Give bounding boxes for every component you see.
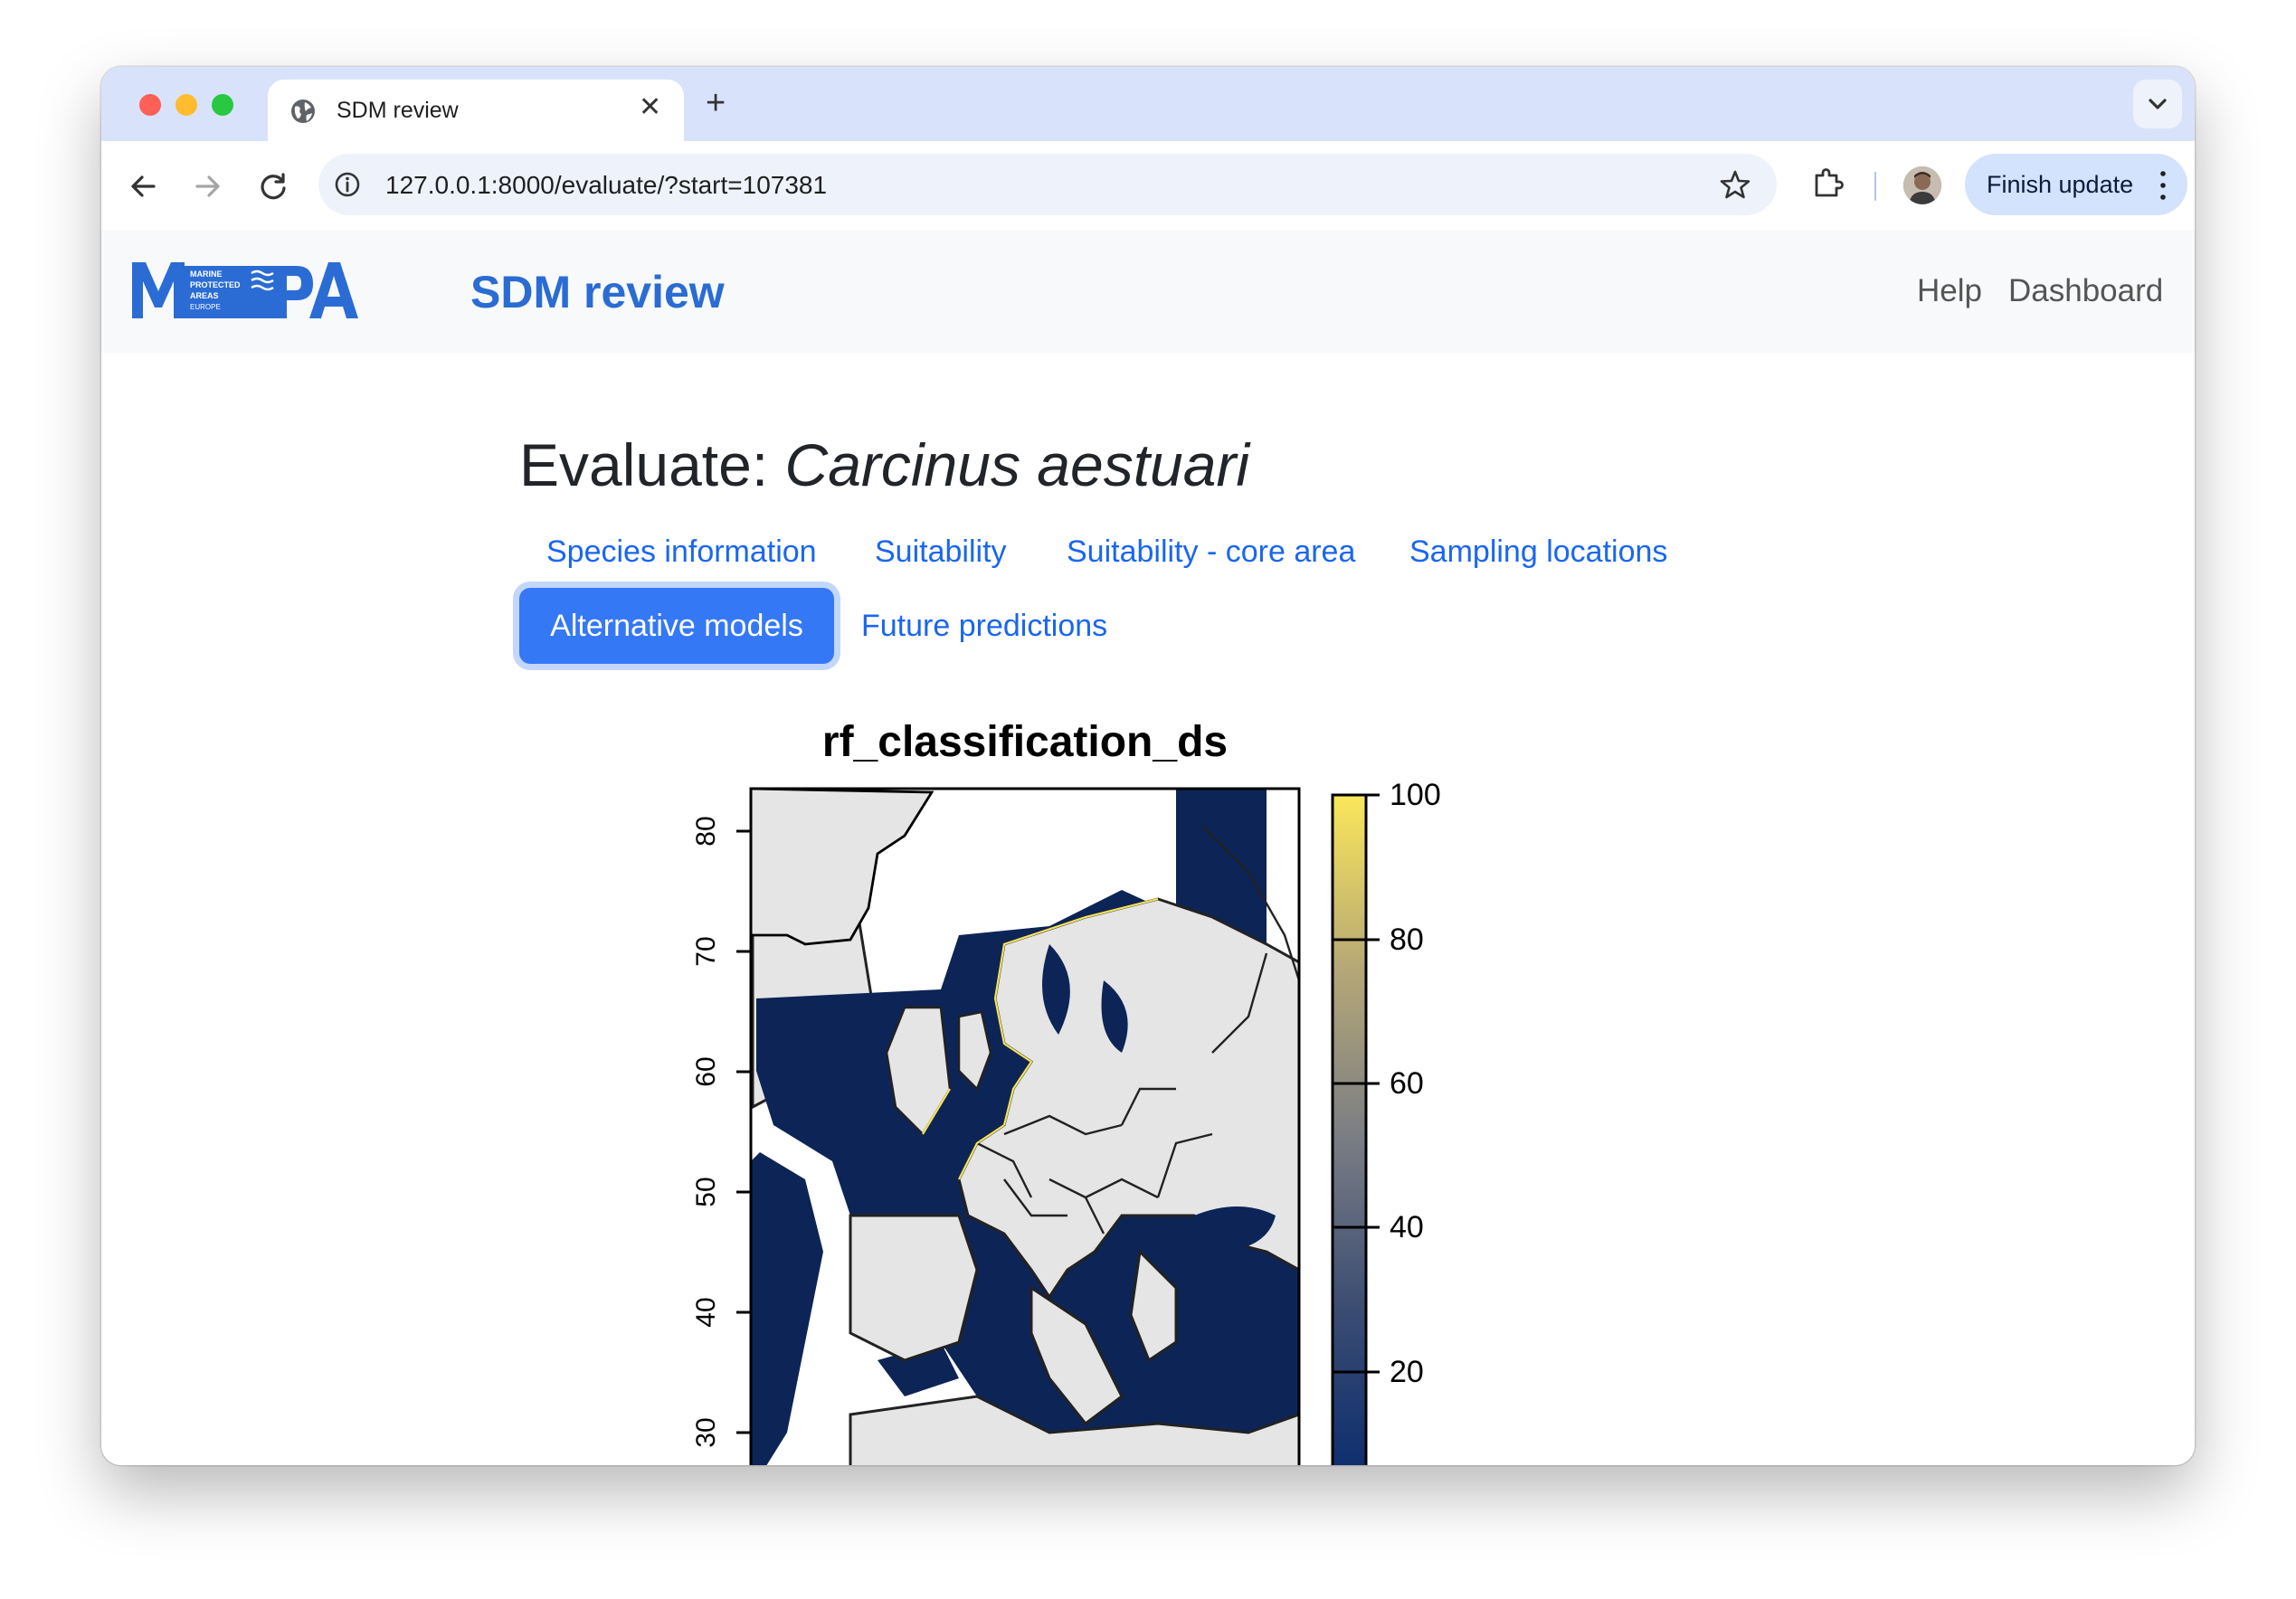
toolbar-separator <box>1874 172 1876 201</box>
tab-close-icon[interactable]: ✕ <box>639 94 661 121</box>
globe-icon <box>291 99 315 123</box>
site-info-icon[interactable] <box>333 170 362 199</box>
new-tab-button[interactable]: + <box>706 85 726 121</box>
tab-search-button[interactable] <box>2133 80 2182 128</box>
legend-tick-label: 20 <box>1390 1355 1424 1389</box>
tab-strip: SDM review ✕ + <box>101 67 2195 141</box>
mpa-logo-mark: MARINE PROTECTED AREAS EUROPE <box>132 262 358 318</box>
legend-tick-label: 40 <box>1390 1210 1424 1244</box>
page-title-prefix: Evaluate: <box>519 431 785 498</box>
minimize-window-button[interactable] <box>176 94 197 116</box>
kebab-menu-icon <box>2160 171 2166 200</box>
legend-tick-label: 80 <box>1390 922 1424 957</box>
y-tick-label: 60 <box>691 1056 721 1086</box>
finish-update-label: Finish update <box>1987 171 2134 198</box>
species-name: Carcinus aestuari <box>784 431 1250 498</box>
avatar-image <box>1903 166 1941 204</box>
alternative-model-map: rf_classification_ds 80 70 60 50 40 30 1… <box>691 718 1441 1465</box>
nav-link-dashboard[interactable]: Dashboard <box>2008 273 2163 309</box>
profile-avatar[interactable] <box>1903 166 1941 204</box>
tab-future-predictions[interactable]: Future predictions <box>861 608 1107 644</box>
plot-title: rf_classification_ds <box>822 718 1228 766</box>
page-viewport: MARINE PROTECTED AREAS EUROPE SDM review… <box>101 230 2195 1465</box>
finish-update-button[interactable]: Finish update <box>1965 154 2187 215</box>
tab-suitability[interactable]: Suitability <box>875 534 1007 570</box>
tab-species-information[interactable]: Species information <box>546 534 817 570</box>
tab-title: SDM review <box>337 98 459 123</box>
y-tick-label: 80 <box>691 816 721 846</box>
y-tick-label: 40 <box>691 1297 721 1327</box>
tab-suitability-core-area[interactable]: Suitability - core area <box>1067 534 1355 570</box>
page-title: Evaluate: Carcinus aestuari <box>519 430 1249 499</box>
tab-sampling-locations[interactable]: Sampling locations <box>1409 534 1667 570</box>
logo-badge-line: MARINE <box>190 270 223 279</box>
color-bar <box>1331 793 1368 1465</box>
mpa-logo[interactable]: MARINE PROTECTED AREAS EUROPE <box>132 259 358 324</box>
close-window-button[interactable] <box>139 94 161 116</box>
legend-tick-label: 60 <box>1390 1066 1424 1101</box>
reload-icon[interactable] <box>255 168 291 204</box>
browser-toolbar: 127.0.0.1:8000/evaluate/?start=107381 Fi… <box>101 141 2195 231</box>
y-axis: 80 70 60 50 40 30 <box>691 816 751 1448</box>
extensions-puzzle-icon[interactable] <box>1809 165 1845 201</box>
logo-badge-line: PROTECTED <box>190 280 241 289</box>
bookmark-star-icon[interactable] <box>1719 168 1751 201</box>
browser-tab[interactable]: SDM review ✕ <box>268 80 684 141</box>
y-tick-label: 50 <box>691 1177 721 1206</box>
tab-alternative-models[interactable]: Alternative models <box>519 588 834 664</box>
brand-title[interactable]: SDM review <box>470 266 725 318</box>
forward-arrow-icon[interactable] <box>190 168 226 204</box>
browser-window: SDM review ✕ + 127.0.0.1:8000/evaluate/?… <box>101 67 2195 1465</box>
y-tick-label: 30 <box>691 1417 721 1447</box>
site-navbar: MARINE PROTECTED AREAS EUROPE SDM review… <box>101 230 2195 353</box>
color-legend: 100 80 60 40 20 <box>1331 778 1441 1465</box>
legend-tick-label: 100 <box>1390 778 1441 812</box>
address-bar[interactable]: 127.0.0.1:8000/evaluate/?start=107381 <box>318 154 1777 215</box>
logo-badge-line: EUROPE <box>190 303 221 311</box>
chevron-down-icon <box>2149 99 2167 109</box>
url-text[interactable]: 127.0.0.1:8000/evaluate/?start=107381 <box>385 171 827 200</box>
nav-link-help[interactable]: Help <box>1917 273 1982 309</box>
logo-badge-line: AREAS <box>190 291 219 300</box>
y-tick-label: 70 <box>691 936 721 966</box>
back-arrow-icon[interactable] <box>125 168 161 204</box>
map-area <box>751 789 1299 1465</box>
maximize-window-button[interactable] <box>212 94 233 116</box>
